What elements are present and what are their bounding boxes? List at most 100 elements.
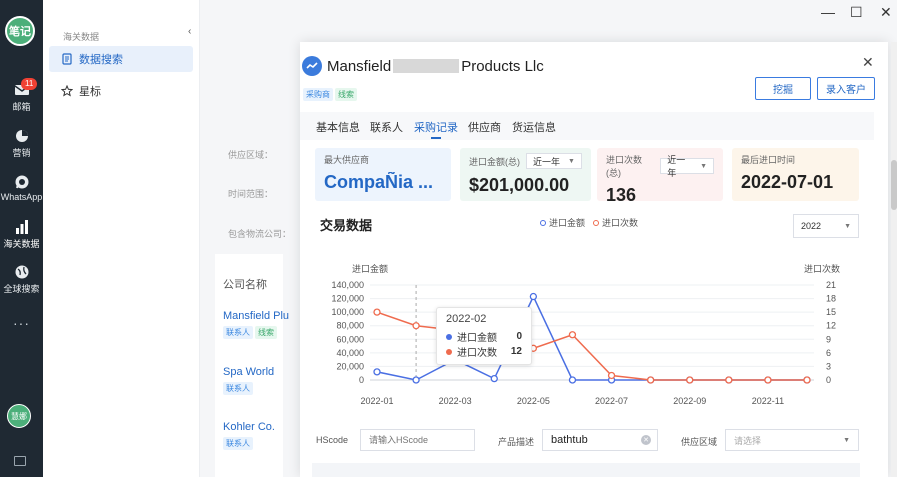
tab-shipping-info[interactable]: 货运信息 [512,119,556,135]
caret-down-icon: ▼ [568,157,575,165]
dig-button[interactable]: 挖掘 [755,77,811,100]
whatsapp-icon [15,175,28,189]
company-logo-icon [302,56,322,76]
hscode-input[interactable] [360,429,475,451]
rail-item-global-search[interactable]: 全球搜索 [0,264,43,295]
rail-item-marketing[interactable]: 营销 [0,128,43,159]
y-left-tick-label: 80,000 [336,321,364,331]
trade-line-chart[interactable]: 0 0 20,000 3 40,000 6 60,000 9 80,000 12 100,000 15… [300,252,888,422]
tooltip-value: 0 [516,331,522,342]
product-input-value: bathtub [551,434,588,446]
minimize-icon[interactable]: — [821,4,835,20]
kpi-value: 136 [606,185,637,205]
y-left-tick-label: 140,000 [331,280,364,290]
collapse-sidebar-icon[interactable]: ‹ [188,26,191,37]
kpi-label-row: 进口金额(总) 近一年 ▼ [469,153,582,169]
period-select[interactable]: 近一年 ▼ [660,155,714,178]
tooltip-row: 进口次数 12 [446,344,522,359]
list-item[interactable]: Spa World 联系人 [223,366,274,395]
tab-suppliers[interactable]: 供应商 [468,119,501,135]
rail-item-mail[interactable]: 11 邮箱 [0,78,43,113]
tab-bar: 基本信息 联系人 采购记录 供应商 货运信息 [300,112,874,140]
legend-dot [540,220,546,226]
tag-lead: 线索 [335,88,357,101]
legend-label: 进口金额 [549,218,586,228]
sidebar-item-label: 数据搜索 [79,54,123,66]
mail-badge: 11 [21,78,38,90]
kpi-value[interactable]: CompaÑia ... [324,172,442,193]
region-select[interactable]: 请选择 ▼ [725,429,859,451]
x-tick-label: 2022-01 [360,396,393,406]
scrollbar-thumb[interactable] [891,160,897,210]
kpi-label: 最后进口时间 [741,155,796,165]
legend-item-amount[interactable]: 进口金额 [540,216,585,229]
y-right-axis-label: 进口次数 [804,263,840,274]
data-point [686,376,694,384]
app-logo[interactable]: 笔记 [5,16,35,46]
maximize-icon[interactable]: ☐ [850,4,863,21]
tab-purchase-records[interactable]: 采购记录 [414,119,458,135]
tag-contact: 联系人 [223,326,253,339]
clear-icon[interactable]: ✕ [641,435,651,445]
caret-down-icon: ▼ [700,162,707,170]
tab-basic-info[interactable]: 基本信息 [316,119,360,135]
kpi-last-import-time: 最后进口时间 2022-07-01 [732,148,859,201]
legend-item-count[interactable]: 进口次数 [593,216,638,229]
data-point [568,331,577,339]
tooltip-row: 进口金额 0 [446,329,522,344]
rail-item-label: 全球搜索 [3,284,40,294]
tag-buyer: 采购商 [303,88,333,101]
company-name[interactable]: Spa World [223,366,274,378]
product-label: 产品描述 [498,437,535,447]
data-point [373,308,381,316]
data-point [764,376,772,384]
company-name[interactable]: Mansfield Plu [223,310,289,322]
data-point [490,374,498,383]
data-point [412,376,420,384]
rail-item-label: 营销 [12,148,31,158]
period-select[interactable]: 近一年 ▼ [526,153,582,169]
y-right-tick-label: 9 [826,334,831,344]
tooltip-title: 2022-02 [446,313,487,325]
column-header-company: 公司名称 [223,279,267,291]
rail-item-whatsapp[interactable]: WhatsApp [0,174,43,202]
tag-contact: 联系人 [223,437,253,450]
scrollbar-track[interactable] [891,42,897,477]
company-title-left: Mansfield [327,58,392,75]
product-input[interactable]: bathtub ✕ [542,429,658,451]
hscode-label: HScode [316,435,349,445]
close-icon[interactable]: ✕ [862,54,874,71]
tooltip-dot [446,348,452,355]
region-placeholder: 请选择 [734,435,762,446]
add-customer-button[interactable]: 录入客户 [817,77,875,100]
y-left-tick-label: 120,000 [331,294,364,304]
list-item[interactable]: Mansfield Plu 联系人 线索 [223,310,289,339]
y-right-tick-label: 0 [826,375,831,385]
x-tick-label: 2022-05 [517,396,550,406]
year-select[interactable]: 2022 ▼ [793,214,859,238]
avatar[interactable]: 慧娜 [7,404,31,428]
rail-item-label: 海关数据 [3,239,40,249]
region-label: 供应区域 [681,437,718,447]
close-window-icon[interactable]: ✕ [880,4,892,21]
sidebar-item-star[interactable]: 星标 [49,78,193,104]
y-right-tick-label: 18 [826,294,836,304]
rail-item-customs-data[interactable]: 海关数据 [0,219,43,250]
data-point [373,368,381,376]
sidebar-item-data-search[interactable]: 数据搜索 [49,46,193,72]
kpi-label: 最大供应商 [324,155,370,165]
left-rail: 笔记 11 邮箱 营销 WhatsApp 海关数据 全球搜索 ··· 慧娜 [0,0,43,477]
y-left-tick-label: 20,000 [336,361,364,371]
list-item[interactable]: Kohler Co. 联系人 [223,421,275,450]
data-point [646,376,655,384]
more-icon[interactable]: ··· [0,315,43,331]
globe-icon [15,265,28,279]
tab-contacts[interactable]: 联系人 [370,119,403,135]
kpi-label: 进口金额(总) [469,156,520,167]
y-left-tick-label: 40,000 [336,348,364,358]
tooltip-value: 12 [510,346,522,357]
kpi-label: 进口次数(总) [606,155,643,178]
y-left-tick-label: 60,000 [336,334,364,344]
panel-toggle-icon[interactable] [14,456,26,466]
company-name[interactable]: Kohler Co. [223,421,275,433]
